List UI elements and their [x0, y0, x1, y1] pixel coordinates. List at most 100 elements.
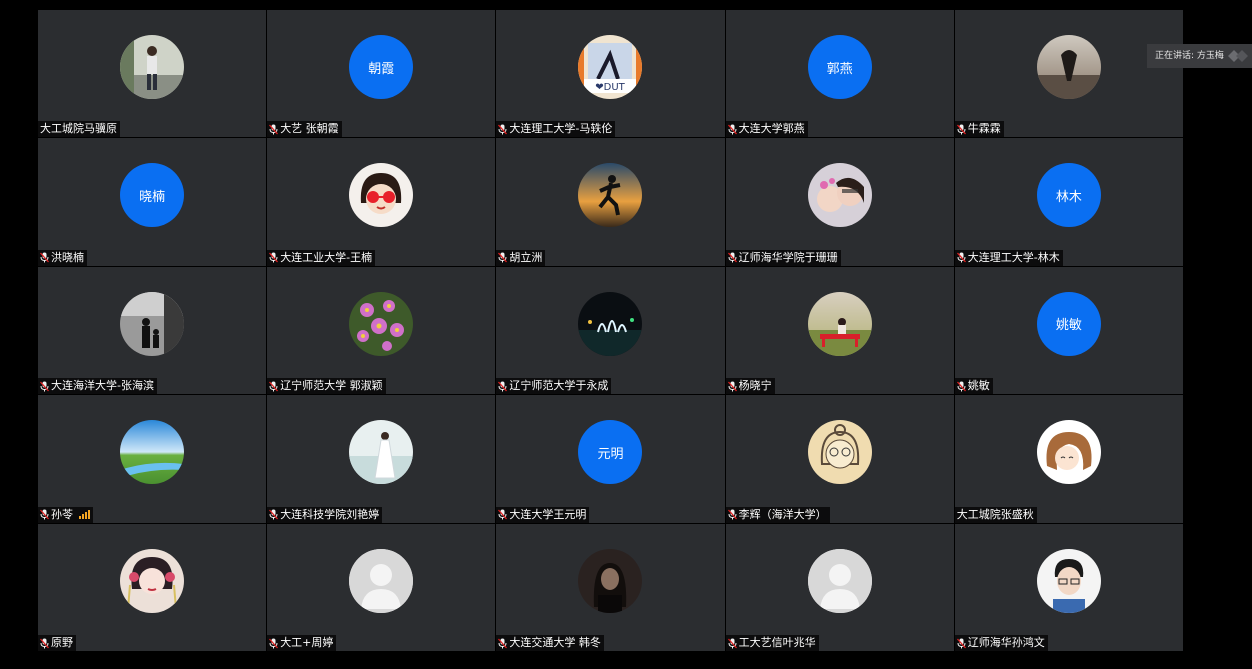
participant-nameplate: 大连科技学院刘艳婷	[267, 506, 383, 523]
participant-name: 大连工业大学-王楠	[280, 250, 373, 264]
svg-text:❤DUT: ❤DUT	[596, 82, 626, 93]
mic-muted-icon	[956, 381, 966, 392]
participant-tile[interactable]: 杨晓宁	[725, 266, 954, 395]
participant-tile[interactable]: 辽宁师范大学于永成	[496, 266, 725, 395]
avatar-photo	[120, 35, 185, 99]
default-avatar-icon	[807, 548, 872, 613]
participant-tile[interactable]: 大工城院张盛秋	[954, 395, 1183, 523]
avatar-initials-text: 元明	[597, 446, 624, 462]
avatar-photo	[349, 291, 414, 356]
mic-muted-icon	[269, 124, 279, 135]
network-signal-icon	[79, 510, 90, 520]
participant-name: 大连海洋大学-张海滨	[51, 379, 154, 393]
participant-nameplate: 辽师海华学院于珊珊	[725, 249, 841, 266]
mic-muted-icon	[498, 381, 508, 392]
participant-tile[interactable]: 辽宁师范大学 郭淑颖	[267, 266, 496, 395]
participant-tile[interactable]: 大连海洋大学-张海滨	[38, 266, 267, 395]
mic-muted-icon	[956, 124, 966, 135]
participant-tile[interactable]: 郭燕大连大学郭燕	[725, 10, 954, 138]
participant-nameplate: 姚敏	[954, 378, 993, 395]
participant-name: 杨晓宁	[738, 379, 772, 393]
mic-muted-icon	[269, 381, 279, 392]
participant-name: 大连科技学院刘艳婷	[280, 507, 380, 521]
participant-nameplate: 原野	[38, 635, 76, 651]
participant-nameplate: 大连工业大学-王楠	[267, 249, 376, 266]
participant-nameplate: 大连理工大学-马轶伦	[496, 121, 616, 138]
mic-muted-icon	[498, 124, 508, 135]
participant-tile[interactable]: 大连工业大学-王楠	[267, 138, 496, 266]
participant-tile[interactable]: 大连科技学院刘艳婷	[267, 395, 496, 523]
mic-muted-icon	[269, 509, 279, 520]
participant-tile[interactable]: 大连交通大学 韩冬	[496, 523, 725, 651]
mic-muted-icon	[40, 252, 49, 263]
avatar-initials: 姚敏	[1036, 291, 1101, 356]
participant-name: 辽宁师范大学于永成	[509, 379, 609, 393]
avatar-photo	[349, 420, 414, 485]
participant-tile[interactable]: 工大艺信叶兆华	[725, 523, 954, 651]
participant-name: 洪晓楠	[51, 250, 84, 264]
avatar-photo	[578, 548, 643, 613]
participant-tile[interactable]: 朝霞大艺 张朝霞	[267, 10, 496, 138]
avatar-initials: 林木	[1036, 163, 1101, 228]
default-avatar-icon	[349, 548, 414, 613]
participant-tile[interactable]: 姚敏 姚敏	[954, 266, 1183, 395]
participant-name: 大连理工大学-马轶伦	[509, 122, 613, 136]
mic-muted-icon	[269, 252, 279, 263]
participant-tile[interactable]: 林木大连理工大学-林木	[954, 138, 1183, 266]
participant-tile[interactable]: 李辉（海洋大学）	[725, 395, 954, 523]
speaking-indicator-label: 正在讲话: 方玉梅	[1155, 51, 1224, 61]
avatar-initials-text: 林木	[1055, 189, 1082, 205]
participant-nameplate: 洪晓楠	[38, 249, 87, 266]
participant-nameplate: 孙苓	[38, 506, 93, 523]
avatar-photo: ❤DUT	[578, 35, 643, 99]
mic-muted-icon	[956, 638, 966, 648]
mic-muted-icon	[956, 252, 966, 263]
participant-name: 大艺 张朝霞	[280, 122, 339, 136]
avatar-photo	[1036, 548, 1101, 613]
participant-name: 大连大学王元明	[509, 507, 587, 521]
avatar-photo	[349, 163, 414, 228]
participant-name: 孙苓	[51, 507, 73, 521]
participant-tile[interactable]: 原野	[38, 523, 267, 651]
speaker-thumbnail-icon[interactable]	[1224, 47, 1252, 65]
participant-tile[interactable]: 胡立洲	[496, 138, 725, 266]
participant-name: 辽师海华孙鸿文	[967, 636, 1045, 649]
participant-tile[interactable]: 元明大连大学王元明	[496, 395, 725, 523]
avatar-initials-text: 朝霞	[368, 61, 395, 77]
participant-name: 大工+周婷	[280, 636, 334, 649]
participant-nameplate: 大连理工大学-林木	[954, 249, 1063, 266]
participant-tile[interactable]: 辽师海华学院于珊珊	[725, 138, 954, 266]
participant-name: 辽宁师范大学 郭淑颖	[280, 379, 383, 393]
avatar-initials: 晓楠	[120, 163, 185, 228]
mic-muted-icon	[40, 509, 49, 520]
participant-nameplate: 牛霖霖	[954, 121, 1004, 138]
avatar-initials: 郭燕	[807, 35, 872, 99]
participant-tile[interactable]: 大工+周婷	[267, 523, 496, 651]
participant-name: 原野	[51, 636, 73, 649]
participant-nameplate: 大艺 张朝霞	[267, 121, 342, 138]
participant-nameplate: 大连大学郭燕	[725, 121, 808, 138]
avatar-photo	[807, 291, 872, 356]
participant-tile[interactable]: 大工城院马骥原	[38, 10, 267, 138]
avatar-photo	[578, 291, 643, 356]
participant-tile[interactable]: ❤DUT 大连理工大学-马轶伦	[496, 10, 725, 138]
participant-nameplate: 辽宁师范大学 郭淑颖	[267, 378, 386, 395]
participant-nameplate: 大工城院马骥原	[38, 121, 120, 138]
mic-muted-icon	[498, 509, 508, 520]
avatar-photo	[578, 163, 643, 228]
mic-muted-icon	[727, 381, 737, 392]
avatar-photo	[120, 548, 185, 613]
avatar-initials-text: 晓楠	[139, 189, 166, 205]
participant-nameplate: 大工城院张盛秋	[954, 506, 1037, 523]
participant-nameplate: 工大艺信叶兆华	[725, 635, 819, 651]
participant-tile[interactable]: 牛霖霖	[954, 10, 1183, 138]
participant-name: 大连理工大学-林木	[967, 250, 1060, 264]
participant-tile[interactable]: 孙苓	[38, 395, 267, 523]
participant-name: 辽师海华学院于珊珊	[738, 250, 838, 264]
participant-tile[interactable]: 晓楠洪晓楠	[38, 138, 267, 266]
avatar-initials: 朝霞	[349, 35, 414, 99]
mic-muted-icon	[498, 638, 508, 648]
participant-tile[interactable]: 辽师海华孙鸿文	[954, 523, 1183, 651]
avatar-photo	[807, 163, 872, 228]
participant-name: 大连大学郭燕	[738, 122, 805, 136]
